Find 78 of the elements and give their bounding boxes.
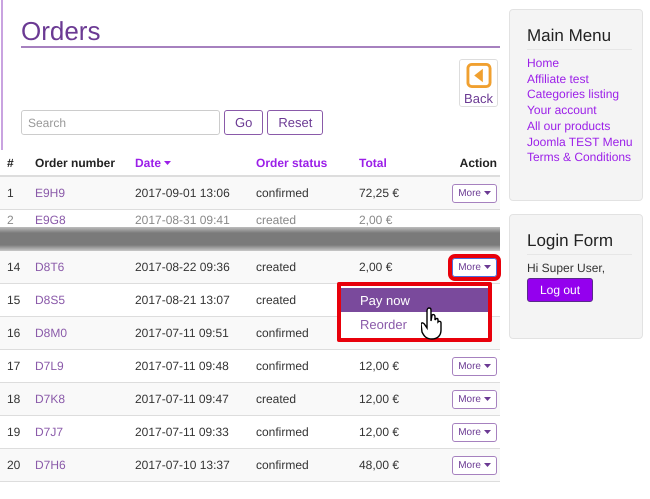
page-title: Orders [21,16,500,48]
column-header[interactable]: Order status [256,156,359,170]
date-cell-text: 2017-08-21 13:07 [135,293,231,307]
order-link[interactable]: D8T6 [35,260,64,274]
more-button[interactable]: More [452,422,497,442]
menu-link[interactable]: Joomla TEST Menu [527,134,632,150]
status-cell-text: confirmed [256,425,310,439]
total-cell-text: 2,00 € [359,213,394,227]
search-field[interactable]: Search [21,110,220,135]
order-link[interactable]: D7L9 [35,359,64,373]
status-cell-text: created [256,293,298,307]
menu-link[interactable]: Categories listing [527,87,632,104]
status-cell-text: confirmed [256,359,310,373]
row-number: 16 [7,326,22,340]
row-number: 14 [7,260,22,274]
total-cell-text: 48,00 € [359,458,400,472]
caret-icon [484,463,491,467]
menu-link[interactable]: All our products [527,118,632,135]
date-cell-text: 2017-08-22 09:36 [135,260,231,274]
order-link[interactable]: E9H9 [35,186,66,200]
more-button[interactable]: More [452,184,497,202]
total-cell-text: 12,00 € [359,392,400,406]
menu-link[interactable]: Terms & Conditions [527,150,632,166]
order-link[interactable]: D7J7 [35,425,64,439]
date-cell-text: 2017-08-31 09:41 [135,213,231,227]
total-cell-text: 12,00 € [359,425,400,439]
row-number: 2 [7,213,15,227]
panel-title: Login Form [527,231,632,255]
column-header[interactable]: Date [135,156,256,170]
more-button[interactable]: More [452,456,497,474]
status-cell-text: confirmed [256,186,310,200]
row-number: 15 [7,293,22,307]
status-cell-text: created [256,260,298,274]
total-cell-text: 12,00 € [359,359,400,373]
menu-link[interactable]: Your account [527,103,632,119]
column-header: # [7,156,15,170]
date-cell-text: 2017-07-11 09:47 [135,392,230,406]
total-cell-text: 72,25 € [359,186,400,200]
menu-link[interactable]: Home [527,56,632,72]
order-link[interactable]: D7H6 [35,458,66,472]
caret-icon [164,160,172,164]
date-cell-text: 2017-07-11 09:48 [135,359,230,373]
caret-icon [484,397,491,401]
row-number: 17 [7,359,22,373]
row-number: 20 [7,458,22,472]
order-link[interactable]: D8M0 [35,326,68,340]
row-number: 18 [7,392,22,406]
status-cell-text: confirmed [256,326,310,340]
caret-icon [484,364,491,368]
row-number: 1 [7,186,15,200]
date-cell-text: 2017-07-10 13:37 [135,458,231,472]
menu-link[interactable]: Affiliate test [527,72,632,88]
order-link[interactable]: D7K8 [35,392,66,406]
back-button[interactable]: Back [459,59,498,107]
more-button[interactable]: More [452,390,497,408]
caret-icon [484,430,491,434]
row-number: 19 [7,425,22,439]
go-button[interactable]: Go [224,110,264,135]
status-cell-text: created [256,392,298,406]
date-cell-text: 2017-07-11 09:33 [135,425,230,439]
panel-title: Main Menu [527,26,632,50]
column-header: Order number [35,156,116,170]
reset-button[interactable]: Reset [267,110,324,135]
more-button[interactable]: More [452,356,497,376]
total-cell-text: 2,00 € [359,260,394,274]
column-header[interactable]: Total [359,156,431,170]
caret-icon [484,265,491,269]
order-link[interactable]: E9G8 [35,213,66,227]
caret-icon [484,191,491,195]
status-cell-text: created [256,213,298,227]
logout-button[interactable]: Log out [527,278,594,302]
menu-item[interactable]: Pay now [341,288,488,312]
column-header: Action [460,156,497,170]
date-cell-text: 2017-09-01 13:06 [135,186,231,200]
order-link[interactable]: D8S5 [35,293,66,307]
status-cell-text: confirmed [256,458,310,472]
date-cell-text: 2017-07-11 09:51 [135,326,230,340]
greeting-text: Hi Super User, [527,261,606,275]
